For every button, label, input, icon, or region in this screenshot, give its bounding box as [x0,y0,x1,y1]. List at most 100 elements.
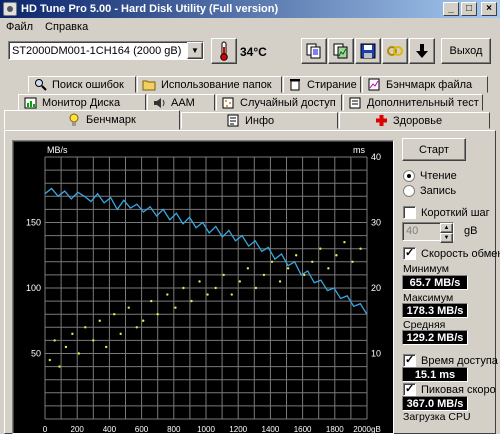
access-time-point [294,254,298,257]
access-time-point [142,319,145,322]
write-radio-label: Запись [420,185,457,197]
access-time-point [77,352,81,355]
y-tick-right: 20 [371,283,381,293]
access-time-label: Время доступа [421,354,498,367]
transfer-rate-check[interactable] [403,246,416,260]
access-time-point [254,286,258,290]
tab-extra-tests[interactable]: Дополнительный тест [343,94,483,111]
access-time-value: 15.1 ms [402,367,468,382]
access-time-checkbox[interactable]: Время доступа [403,353,498,367]
write-radio[interactable]: Запись [403,185,456,197]
app-icon [3,2,17,16]
access-time-point [174,306,177,309]
access-time-point [206,293,209,296]
extra-test-icon [348,96,362,109]
access-time-point [64,345,68,349]
tab-folder-usage[interactable]: Использование папок [137,76,282,93]
tab-disk-monitor[interactable]: Монитор Диска [18,94,146,111]
y-tick-left: 150 [26,218,41,228]
access-time-point [351,260,354,263]
exit-button[interactable]: Выход [441,38,491,64]
y-axis-label-right: ms [353,145,365,155]
short-stroke-checkbox[interactable]: Короткий шаг [403,206,490,219]
burst-rate-check[interactable] [403,382,416,396]
tab-extra-tests-label: Дополнительный тест [367,96,479,109]
access-time-point [98,319,101,322]
copy-screenshot-icon[interactable] [328,38,354,64]
menu-file[interactable]: Файл [0,21,39,33]
access-time-point [319,247,322,250]
window-title: HD Tune Pro 5.00 - Hard Disk Utility (Fu… [21,3,279,15]
stepper-up-icon[interactable]: ▲ [440,223,453,233]
x-tick: 1400 [262,425,280,434]
temperature-readout: 34°C [240,45,267,59]
access-time-point [71,332,74,336]
y-tick-right: 10 [371,349,381,359]
close-button[interactable]: × [481,2,497,16]
transfer-rate-checkbox[interactable]: Скорость обмен [403,246,500,260]
access-time-point [286,267,290,270]
burst-rate-label: Пиковая скоро [421,383,496,396]
tab-error-scan-label: Поиск ошибок [52,78,124,91]
y-tick-right: 40 [371,152,381,162]
tab-aam[interactable]: AAM [147,94,215,111]
menu-help[interactable]: Справка [39,21,94,33]
short-stroke-stepper[interactable]: 40 ▲ ▼ [402,222,454,243]
access-time-point [190,299,193,303]
tab-benchmark-label: Бенчмарк [86,114,136,126]
thermometer-icon[interactable] [211,38,237,64]
download-icon[interactable] [409,38,435,64]
tab-info[interactable]: Инфо [181,112,338,129]
tab-erase[interactable]: Стирание [283,76,361,93]
short-stroke-unit: gB [464,225,478,237]
read-radio[interactable]: Чтение [403,170,457,182]
tab-file-benchmark[interactable]: Бэнчмарк файла [362,76,488,93]
write-radio-dot[interactable] [403,185,415,197]
tab-health[interactable]: Здоровье [339,112,490,129]
y-tick-left: 50 [31,349,41,359]
avg-value: 129.2 MB/s [402,330,468,345]
burst-rate-checkbox[interactable]: Пиковая скоро [403,382,496,396]
trash-icon [288,78,302,91]
y-tick-right: 30 [371,218,381,228]
minimize-button[interactable]: _ [443,2,459,16]
short-stroke-value[interactable]: 40 [403,223,440,240]
tab-benchmark[interactable]: Бенчмарк [4,110,180,130]
tab-random-access[interactable]: Случайный доступ [216,94,342,111]
x-tick: 1000 [197,425,215,434]
access-time-point [359,247,362,250]
access-time-point [230,293,233,296]
x-tick: 600 [135,425,149,434]
magnifier-icon [33,78,47,91]
save-icon[interactable] [355,38,381,64]
access-time-point [327,267,330,270]
chevron-down-icon[interactable]: ▼ [187,42,203,59]
random-icon [221,96,235,109]
copy-text-icon[interactable] [301,38,327,64]
start-button[interactable]: Старт [402,138,466,161]
short-stroke-check[interactable] [403,206,416,219]
access-time-point [156,313,159,316]
file-benchmark-icon [367,78,381,91]
access-time-point [270,260,274,263]
bulb-icon [67,113,81,127]
access-time-check[interactable] [403,353,416,367]
read-radio-dot[interactable] [403,170,415,182]
access-time-point [150,299,153,303]
access-time-point [335,254,338,257]
options-icon[interactable] [382,38,408,64]
access-time-point [135,326,138,329]
maximize-button[interactable]: □ [461,2,477,16]
speaker-icon [152,96,166,109]
stepper-down-icon[interactable]: ▼ [440,233,453,243]
tab-disk-monitor-label: Монитор Диска [42,96,121,109]
min-label: Минимум [403,263,449,275]
tab-error-scan[interactable]: Поиск ошибок [28,76,136,93]
access-time-point [343,240,346,244]
drive-select[interactable]: ST2000DM001-1CH164 (2000 gB) ▼ [8,41,204,60]
x-tick: 400 [103,425,117,434]
stepper-arrows[interactable]: ▲ ▼ [440,223,453,243]
access-time-point [84,326,87,329]
access-time-point [104,345,108,349]
folder-icon [142,78,156,91]
